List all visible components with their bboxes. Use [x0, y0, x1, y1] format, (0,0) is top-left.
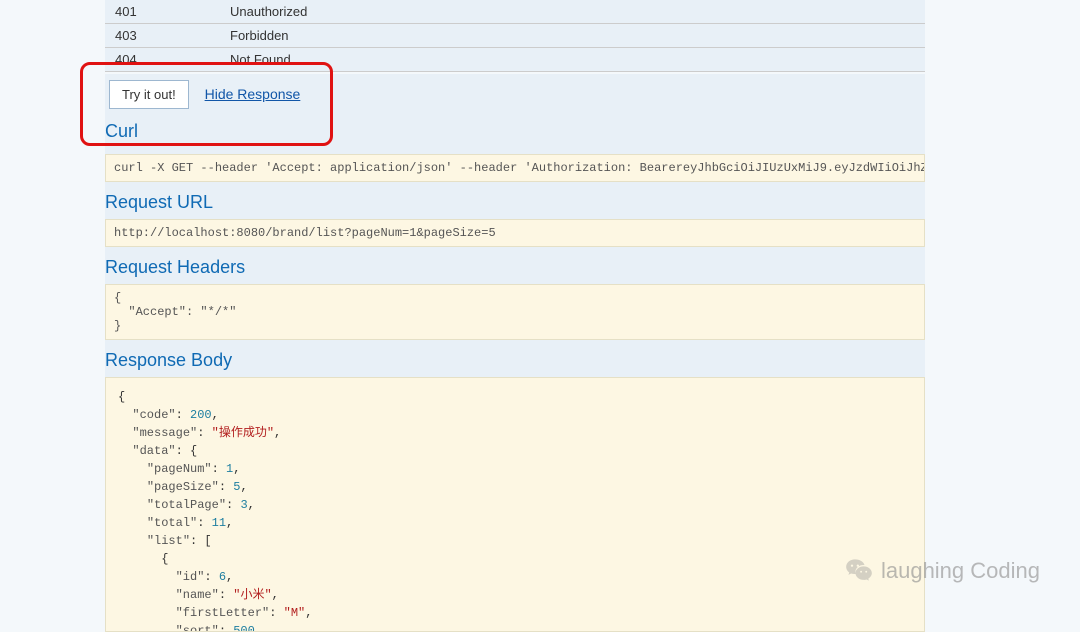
request-headers-box[interactable]: { "Accept": "*/*" }	[105, 284, 925, 340]
status-code: 404	[105, 48, 230, 72]
request-headers-heading: Request Headers	[105, 247, 925, 284]
status-codes-table: 401 Unauthorized 403 Forbidden 404 Not F…	[105, 0, 925, 72]
request-url-heading: Request URL	[105, 182, 925, 219]
table-row: 404 Not Found	[105, 48, 925, 72]
request-url-box[interactable]: http://localhost:8080/brand/list?pageNum…	[105, 219, 925, 247]
action-row: Try it out! Hide Response Curl	[105, 74, 925, 154]
status-desc: Unauthorized	[230, 0, 925, 24]
status-code: 401	[105, 0, 230, 24]
table-row: 401 Unauthorized	[105, 0, 925, 24]
hide-response-link[interactable]: Hide Response	[205, 86, 301, 102]
status-code: 403	[105, 24, 230, 48]
try-it-out-button[interactable]: Try it out!	[109, 80, 189, 109]
response-body-heading: Response Body	[105, 340, 925, 377]
table-row: 403 Forbidden	[105, 24, 925, 48]
status-desc: Forbidden	[230, 24, 925, 48]
response-body-box[interactable]: { "code": 200, "message": "操作成功", "data"…	[105, 377, 925, 632]
curl-command-box[interactable]: curl -X GET --header 'Accept: applicatio…	[105, 154, 925, 182]
curl-heading: Curl	[105, 109, 925, 148]
status-desc: Not Found	[230, 48, 925, 72]
